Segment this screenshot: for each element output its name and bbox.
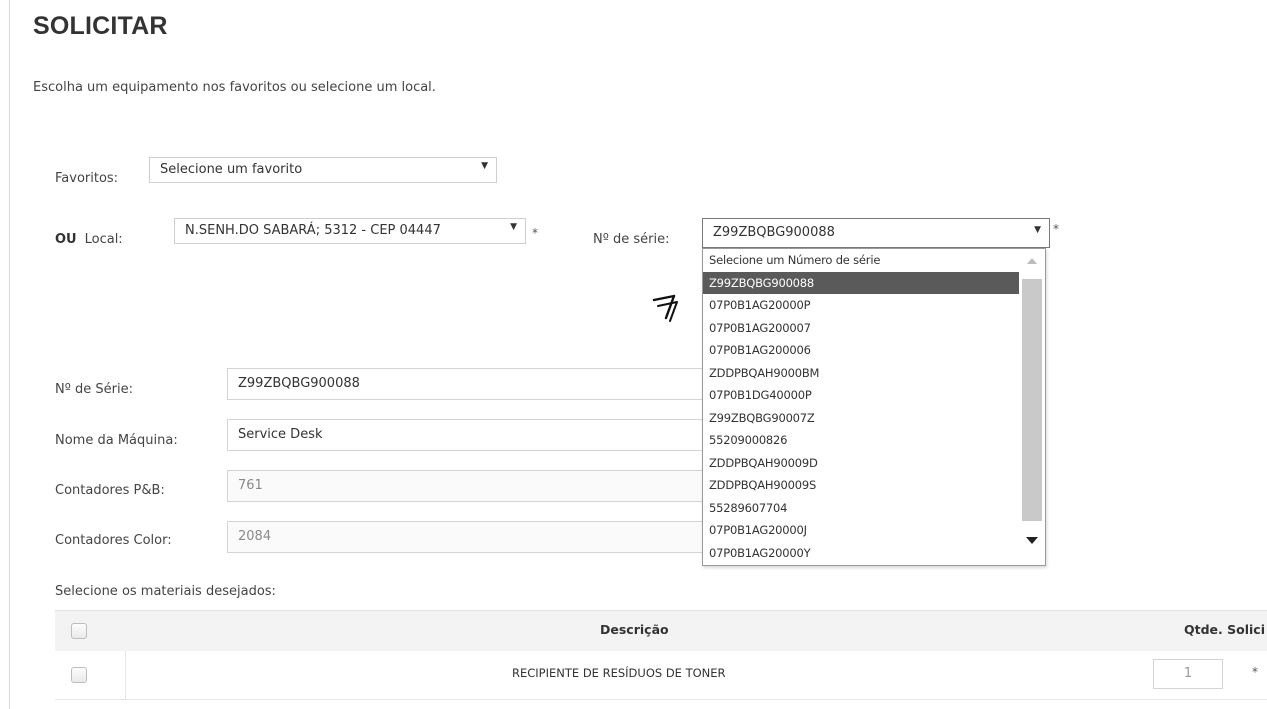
chevron-down-icon: ▼ bbox=[510, 222, 517, 232]
scroll-up-icon[interactable] bbox=[1027, 258, 1037, 264]
materials-prompt: Selecione os materiais desejados: bbox=[55, 584, 276, 599]
contadores-pb-field: 761 bbox=[227, 470, 717, 502]
serie-dropdown-list[interactable]: Selecione um Número de série Z99ZBQBG9000… bbox=[702, 248, 1046, 566]
chevron-down-icon: ▼ bbox=[481, 161, 488, 171]
maquina-field-label: Nome da Máquina: bbox=[55, 433, 178, 448]
dropdown-option[interactable]: Z99ZBQBG90007Z bbox=[703, 407, 1020, 430]
scrollbar-thumb[interactable] bbox=[1022, 279, 1042, 521]
dropdown-option[interactable]: 07P0B1AG20000Y bbox=[703, 542, 1020, 565]
serie-select-label: Nº de série: bbox=[593, 232, 670, 247]
favoritos-select-value: Selecione um favorito bbox=[160, 162, 303, 177]
contadores-color-field: 2084 bbox=[227, 521, 717, 553]
qtde-required-mark: * bbox=[1252, 665, 1258, 679]
annotation-arrow-icon bbox=[652, 294, 678, 322]
page-subtitle: Escolha um equipamento nos favoritos ou … bbox=[33, 80, 436, 95]
chevron-down-icon: ▼ bbox=[1034, 225, 1041, 235]
select-all-checkbox[interactable] bbox=[71, 623, 87, 639]
column-descricao: Descrição bbox=[600, 622, 669, 637]
local-required-mark: * bbox=[532, 226, 538, 240]
page-left-border bbox=[9, 0, 10, 709]
dropdown-option[interactable]: ZDDPBQAH9000BM bbox=[703, 362, 1020, 385]
materials-table-header: Descrição Qtde. Solici bbox=[55, 610, 1267, 652]
serie-options: Selecione um Número de série Z99ZBQBG9000… bbox=[703, 249, 1020, 564]
contadores-pb-label: Contadores P&B: bbox=[55, 483, 165, 498]
local-select[interactable]: N.SENH.DO SABARÁ; 5312 - CEP 04447 ▼ bbox=[174, 218, 526, 244]
ou-label: OU bbox=[55, 232, 77, 247]
dropdown-option[interactable]: 07P0B1AG200006 bbox=[703, 339, 1020, 362]
local-select-value: N.SENH.DO SABARÁ; 5312 - CEP 04447 bbox=[185, 223, 441, 238]
qtde-input[interactable]: 1 bbox=[1153, 659, 1223, 689]
dropdown-option[interactable]: ZDDPBQAH90009S bbox=[703, 474, 1020, 497]
favoritos-label: Favoritos: bbox=[55, 171, 119, 186]
serie-select-value: Z99ZBQBG900088 bbox=[713, 225, 835, 240]
column-qtde: Qtde. Solici bbox=[1184, 622, 1265, 637]
favoritos-select[interactable]: Selecione um favorito ▼ bbox=[149, 157, 497, 183]
page-title: SOLICITAR bbox=[33, 12, 168, 40]
dropdown-option[interactable]: 07P0B1AG20000J bbox=[703, 519, 1020, 542]
serie-select[interactable]: Z99ZBQBG900088 ▼ bbox=[702, 218, 1050, 248]
dropdown-option-placeholder[interactable]: Selecione um Número de série bbox=[703, 249, 1020, 272]
contadores-color-label: Contadores Color: bbox=[55, 533, 172, 548]
serie-field-label: Nº de Série: bbox=[55, 382, 133, 397]
row-checkbox[interactable] bbox=[71, 667, 87, 683]
table-row: RECIPIENTE DE RESÍDUOS DE TONER 1 * bbox=[55, 651, 1267, 700]
dropdown-option[interactable]: 07P0B1AG200007 bbox=[703, 317, 1020, 340]
local-label: OU Local: bbox=[55, 232, 123, 247]
maquina-field[interactable]: Service Desk bbox=[227, 419, 717, 451]
dropdown-scrollbar[interactable] bbox=[1019, 249, 1045, 565]
row-descricao: RECIPIENTE DE RESÍDUOS DE TONER bbox=[512, 666, 726, 680]
serie-required-mark: * bbox=[1053, 222, 1059, 236]
dropdown-option[interactable]: ZDDPBQAH90009D bbox=[703, 452, 1020, 475]
dropdown-option[interactable]: 55289607704 bbox=[703, 497, 1020, 520]
dropdown-option[interactable]: 07P0B1DG40000P bbox=[703, 384, 1020, 407]
dropdown-option[interactable]: 07P0B1AG20000P bbox=[703, 294, 1020, 317]
serie-field[interactable]: Z99ZBQBG900088 bbox=[227, 368, 717, 400]
dropdown-option[interactable]: Z99ZBQBG900088 bbox=[703, 271, 1020, 294]
dropdown-option[interactable]: 55209000826 bbox=[703, 429, 1020, 452]
local-label-text: Local: bbox=[84, 232, 123, 247]
scroll-down-icon[interactable] bbox=[1026, 537, 1038, 544]
row-divider bbox=[125, 651, 126, 699]
